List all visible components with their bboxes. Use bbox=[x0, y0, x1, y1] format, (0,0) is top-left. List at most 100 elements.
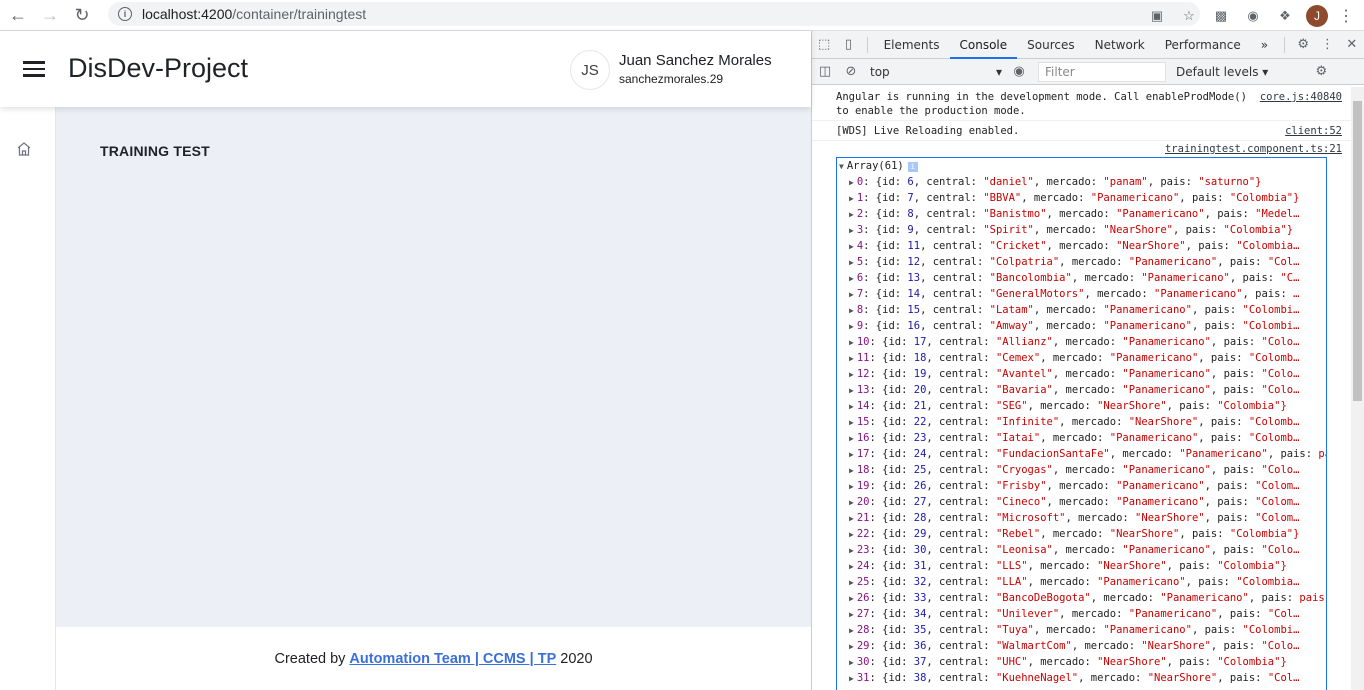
array-row[interactable]: ▶ 4: {id: 11, central: "Cricket", mercado… bbox=[837, 238, 1326, 254]
array-row[interactable]: ▶ 24: {id: 31, central: "LLS", mercado: "… bbox=[837, 558, 1326, 574]
row-key: , pais: bbox=[1179, 528, 1230, 540]
row-punct: : { bbox=[869, 496, 889, 508]
row-key: , central: bbox=[920, 288, 990, 300]
bookmark-star-icon[interactable]: ☆ bbox=[1178, 5, 1200, 27]
reload-icon[interactable]: ↻ bbox=[68, 1, 96, 29]
row-key: , pais: bbox=[1204, 208, 1256, 220]
console-scrollbar[interactable] bbox=[1351, 87, 1364, 690]
row-key: , central: bbox=[920, 320, 990, 332]
array-row[interactable]: ▶ 29: {id: 36, central: "WalmartCom", mer… bbox=[837, 638, 1326, 654]
row-key: , mercado: bbox=[1071, 640, 1142, 652]
array-row[interactable]: ▶ 6: {id: 13, central: "Bancolombia", mer… bbox=[837, 270, 1326, 286]
user-avatar[interactable]: JS bbox=[570, 50, 610, 90]
row-key: , pais: bbox=[1172, 224, 1224, 236]
row-punct: : { bbox=[869, 528, 889, 540]
row-key: , central: bbox=[926, 672, 996, 684]
row-index: 29 bbox=[856, 640, 870, 652]
clear-console-icon[interactable]: ⊘ bbox=[838, 59, 864, 85]
levels-dropdown[interactable]: Default levels ▾ bbox=[1176, 65, 1268, 79]
array-row[interactable]: ▶ 17: {id: 24, central: "FundacionSantaFe… bbox=[837, 446, 1326, 462]
forward-arrow-icon[interactable]: → bbox=[36, 1, 64, 29]
array-row[interactable]: ▶ 31: {id: 38, central: "KuehneNagel", me… bbox=[837, 670, 1326, 686]
tab-console[interactable]: Console bbox=[949, 31, 1018, 59]
home-icon[interactable] bbox=[16, 141, 32, 157]
expand-triangle-icon[interactable]: ▼ bbox=[839, 162, 844, 171]
info-icon[interactable]: i bbox=[118, 7, 132, 21]
puzzle-icon[interactable]: ❖ bbox=[1274, 5, 1296, 27]
row-key: , mercado: bbox=[1046, 496, 1117, 508]
row-key: , pais: bbox=[1185, 240, 1237, 252]
back-arrow-icon[interactable]: ← bbox=[4, 1, 32, 29]
tab-performance[interactable]: Performance bbox=[1155, 31, 1251, 59]
more-tabs-button[interactable]: » bbox=[1251, 31, 1278, 59]
array-row[interactable]: ▶ 5: {id: 12, central: "Colpatria", merca… bbox=[837, 254, 1326, 270]
message-source-link[interactable]: core.js:40840 bbox=[1260, 90, 1342, 104]
row-key: , central: bbox=[926, 464, 996, 476]
scrollbar-thumb[interactable] bbox=[1353, 101, 1362, 401]
row-index: 22 bbox=[856, 528, 870, 540]
row-index: 31 bbox=[856, 672, 870, 684]
extension-icon[interactable]: ◉ bbox=[1242, 5, 1264, 27]
inspect-element-icon[interactable]: ⬚ bbox=[812, 32, 836, 58]
row-id: 26 bbox=[913, 480, 927, 492]
array-row[interactable]: ▶ 22: {id: 29, central: "Rebel", mercado:… bbox=[837, 526, 1326, 542]
array-row[interactable]: ▶ 11: {id: 18, central: "Cemex", mercado:… bbox=[837, 350, 1326, 366]
array-row[interactable]: ▶ 18: {id: 25, central: "Cryogas", mercad… bbox=[837, 462, 1326, 478]
expand-triangle-icon: ▶ bbox=[849, 642, 854, 651]
array-row[interactable]: ▶ 13: {id: 20, central: "Bavaria", mercad… bbox=[837, 382, 1326, 398]
array-row[interactable]: ▶ 27: {id: 34, central: "Unilever", merca… bbox=[837, 606, 1326, 622]
array-row[interactable]: ▶ 8: {id: 15, central: "Latam", mercado: … bbox=[837, 302, 1326, 318]
log-source-link[interactable]: trainingtest.component.ts:21 bbox=[812, 141, 1352, 157]
devtools-menu-icon[interactable]: ⋮ bbox=[1315, 32, 1339, 58]
row-punct: : { bbox=[869, 672, 889, 684]
array-row[interactable]: ▶ 10: {id: 17, central: "Allianz", mercad… bbox=[837, 334, 1326, 350]
expand-triangle-icon: ▶ bbox=[849, 370, 854, 379]
array-row[interactable]: ▶ 7: {id: 14, central: "GeneralMotors", m… bbox=[837, 286, 1326, 302]
array-row[interactable]: ▶ 21: {id: 28, central: "Microsoft", merc… bbox=[837, 510, 1326, 526]
tab-sources[interactable]: Sources bbox=[1017, 31, 1084, 59]
tab-network[interactable]: Network bbox=[1085, 31, 1155, 59]
array-row[interactable]: ▶ 19: {id: 26, central: "Frisby", mercado… bbox=[837, 478, 1326, 494]
close-icon[interactable]: ✕ bbox=[1340, 32, 1364, 58]
array-row[interactable]: ▶ 9: {id: 16, central: "Amway", mercado: … bbox=[837, 318, 1326, 334]
array-row[interactable]: ▶ 15: {id: 22, central: "Infinite", merca… bbox=[837, 414, 1326, 430]
footer-link[interactable]: Automation Team | CCMS | TP bbox=[349, 651, 556, 667]
device-toolbar-icon[interactable]: ▯ bbox=[836, 32, 860, 58]
array-header[interactable]: ▼ Array(61) i bbox=[837, 158, 1326, 174]
hamburger-menu-icon[interactable] bbox=[23, 61, 45, 77]
row-mercado: "Panamericano" bbox=[1122, 464, 1211, 476]
array-row[interactable]: ▶ 12: {id: 19, central: "Avantel", mercad… bbox=[837, 366, 1326, 382]
array-row[interactable]: ▶ 26: {id: 33, central: "BancoDeBogota", … bbox=[837, 590, 1326, 606]
row-central: "LLA" bbox=[995, 576, 1028, 588]
menu-dots-icon[interactable]: ⋮ bbox=[1336, 6, 1356, 26]
row-id: 34 bbox=[913, 608, 927, 620]
array-row[interactable]: ▶ 20: {id: 27, central: "Cineco", mercado… bbox=[837, 494, 1326, 510]
row-punct: : { bbox=[869, 512, 889, 524]
array-row[interactable]: ▶ 28: {id: 35, central: "Tuya", mercado: … bbox=[837, 622, 1326, 638]
qr-code-icon[interactable]: ▩ bbox=[1210, 5, 1232, 27]
array-row[interactable]: ▶ 25: {id: 32, central: "LLA", mercado: "… bbox=[837, 574, 1326, 590]
array-row[interactable]: ▶ 1: {id: 7, central: "BBVA", mercado: "P… bbox=[837, 190, 1326, 206]
profile-avatar[interactable]: J bbox=[1306, 4, 1328, 27]
address-bar[interactable]: i localhost:4200/container/trainingtest bbox=[108, 2, 1200, 26]
array-row[interactable]: ▶ 23: {id: 30, central: "Leonisa", mercad… bbox=[837, 542, 1326, 558]
context-value: top bbox=[870, 64, 890, 79]
array-row[interactable]: ▶ 16: {id: 23, central: "Iatai", mercado:… bbox=[837, 430, 1326, 446]
settings-gear-icon[interactable]: ⚙ bbox=[1291, 32, 1315, 58]
array-row[interactable]: ▶ 30: {id: 37, central: "UHC", mercado: "… bbox=[837, 654, 1326, 670]
console-settings-icon[interactable]: ⚙ bbox=[1308, 59, 1334, 85]
sidebar-toggle-icon[interactable]: ◫ bbox=[812, 59, 838, 85]
context-select[interactable]: top ▾ bbox=[864, 62, 1006, 82]
array-row[interactable]: ▶ 0: {id: 6, central: "daniel", mercado: … bbox=[837, 174, 1326, 190]
translate-icon[interactable]: ▣ bbox=[1146, 5, 1168, 27]
expand-triangle-icon: ▶ bbox=[849, 274, 854, 283]
filter-input[interactable]: Filter bbox=[1038, 61, 1166, 82]
array-row[interactable]: ▶ 3: {id: 9, central: "Spirit", mercado: … bbox=[837, 222, 1326, 238]
eye-icon[interactable]: ◉ bbox=[1006, 59, 1032, 85]
array-row[interactable]: ▶ 14: {id: 21, central: "SEG", mercado: "… bbox=[837, 398, 1326, 414]
array-row[interactable]: ▶ 2: {id: 8, central: "Banistmo", mercado… bbox=[837, 206, 1326, 222]
row-mercado: "NearShore" bbox=[1116, 240, 1186, 252]
row-mercado: "NearShore" bbox=[1128, 416, 1199, 428]
message-source-link[interactable]: client:52 bbox=[1285, 124, 1342, 138]
tab-elements[interactable]: Elements bbox=[874, 31, 950, 59]
